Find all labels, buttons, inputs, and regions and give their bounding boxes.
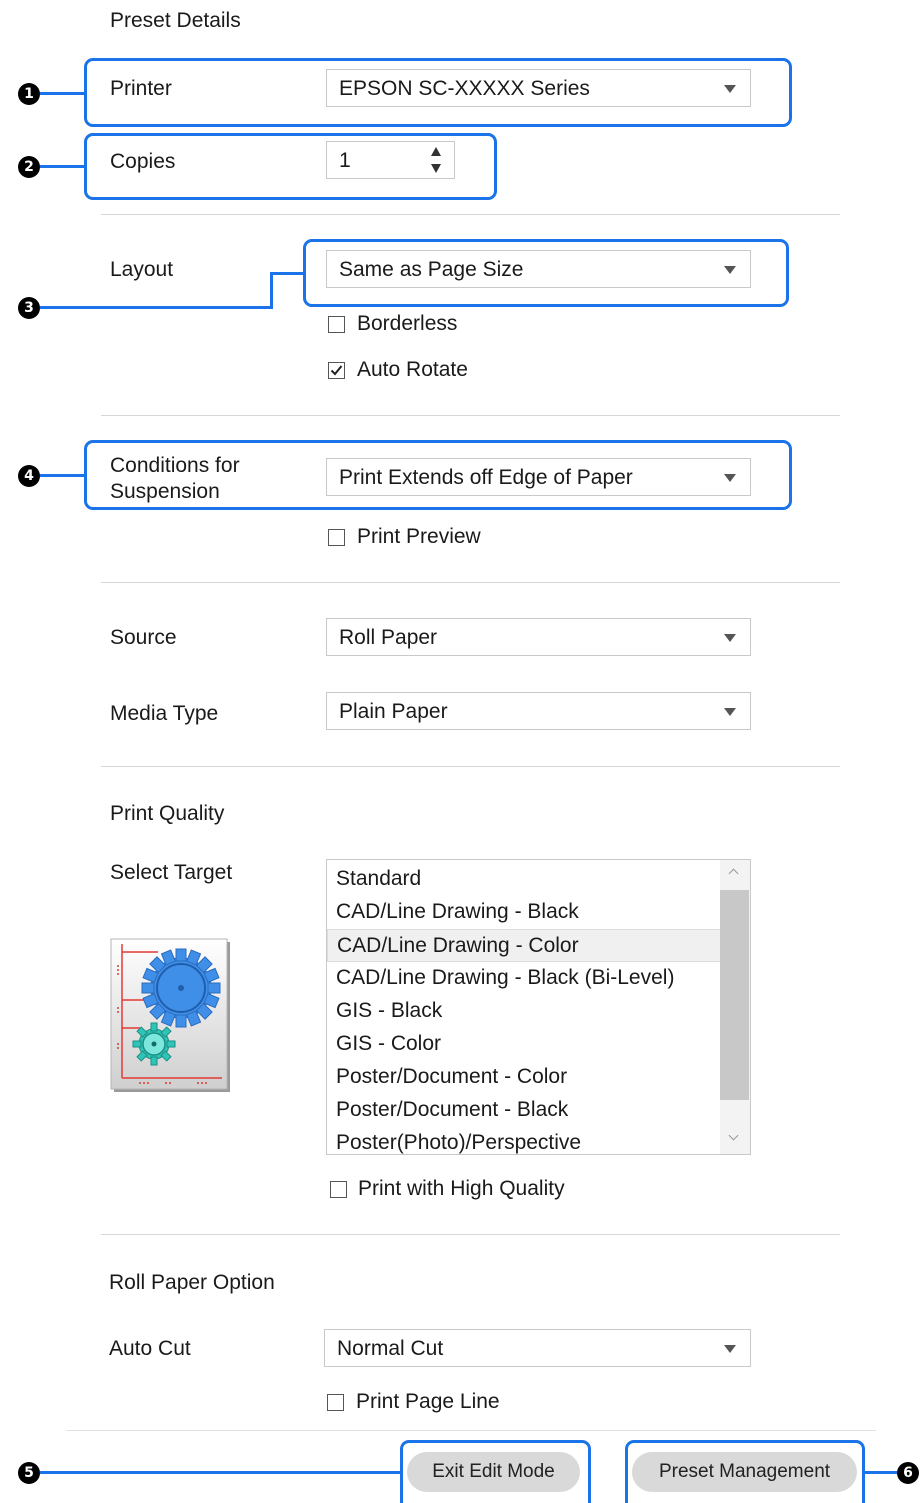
print-page-line-checkbox[interactable] [327, 1394, 344, 1411]
chevron-up-icon[interactable] [728, 868, 739, 879]
list-item[interactable]: Poster(Photo)/Perspective [327, 1127, 721, 1154]
list-item[interactable]: Poster/Document - Color [327, 1061, 721, 1094]
chevron-down-icon [724, 1345, 736, 1353]
callout-box-printer [84, 58, 792, 127]
borderless-label: Borderless [357, 312, 458, 335]
auto-cut-label: Auto Cut [109, 1337, 191, 1360]
media-type-select[interactable]: Plain Paper [326, 692, 751, 730]
cad-gears-illustration [110, 938, 232, 1094]
callout-number-5: 5 [18, 1462, 40, 1484]
page-title: Preset Details [110, 9, 241, 32]
auto-cut-select[interactable]: Normal Cut [324, 1329, 751, 1367]
media-type-label: Media Type [110, 702, 219, 725]
list-item[interactable]: Poster/Document - Black [327, 1094, 721, 1127]
high-quality-checkbox[interactable] [330, 1181, 347, 1198]
divider [101, 582, 840, 583]
list-item[interactable]: CAD/Line Drawing - Black [327, 896, 721, 929]
callout-line [40, 306, 273, 309]
chevron-down-icon[interactable] [728, 1130, 739, 1141]
select-target-listbox[interactable]: Standard CAD/Line Drawing - Black CAD/Li… [326, 859, 751, 1155]
callout-box-copies [84, 133, 497, 200]
checkmark-icon [330, 365, 343, 376]
auto-rotate-label: Auto Rotate [357, 358, 468, 381]
callout-line [270, 272, 303, 275]
source-select-value: Roll Paper [339, 626, 438, 649]
auto-cut-select-value: Normal Cut [337, 1337, 444, 1360]
divider [101, 214, 840, 215]
borderless-checkbox[interactable] [328, 316, 345, 333]
list-item-selected[interactable]: CAD/Line Drawing - Color [327, 929, 721, 962]
divider [101, 415, 840, 416]
source-select[interactable]: Roll Paper [326, 618, 751, 656]
callout-number-4: 4 [18, 465, 40, 487]
high-quality-label: Print with High Quality [358, 1177, 565, 1200]
roll-paper-heading: Roll Paper Option [109, 1271, 275, 1294]
print-page-line-label: Print Page Line [356, 1390, 500, 1413]
callout-line [40, 1471, 400, 1474]
callout-number-1: 1 [18, 83, 40, 105]
auto-rotate-checkbox[interactable] [328, 362, 345, 379]
footer-divider [66, 1430, 876, 1431]
divider [101, 1234, 840, 1235]
chevron-down-icon [724, 708, 736, 716]
callout-line [40, 474, 84, 477]
divider [101, 766, 840, 767]
callout-number-6: 6 [897, 1462, 919, 1484]
layout-label: Layout [110, 258, 174, 281]
gears-icon [110, 938, 230, 1092]
list-item[interactable]: CAD/Line Drawing - Black (Bi-Level) [327, 962, 721, 995]
callout-line [270, 272, 273, 309]
callout-number-2: 2 [18, 156, 40, 178]
callout-box-preset-management [625, 1440, 865, 1503]
callout-line [40, 165, 84, 168]
chevron-down-icon [724, 634, 736, 642]
print-quality-heading: Print Quality [110, 802, 225, 825]
callout-number-3: 3 [18, 297, 40, 319]
list-item[interactable]: GIS - Color [327, 1028, 721, 1061]
list-item[interactable]: Standard [327, 863, 721, 896]
callout-line [865, 1471, 897, 1474]
callout-box-exit-edit [400, 1440, 591, 1503]
select-target-label: Select Target [110, 861, 233, 884]
callout-box-layout [303, 239, 789, 307]
scrollbar-thumb[interactable] [720, 890, 749, 1100]
callout-box-suspension [84, 440, 792, 510]
listbox-scrollbar[interactable] [720, 860, 750, 1154]
source-label: Source [110, 626, 177, 649]
media-type-select-value: Plain Paper [339, 700, 448, 723]
print-preview-checkbox[interactable] [328, 529, 345, 546]
callout-line [40, 92, 84, 95]
list-item[interactable]: GIS - Black [327, 995, 721, 1028]
print-preview-label: Print Preview [357, 525, 481, 548]
